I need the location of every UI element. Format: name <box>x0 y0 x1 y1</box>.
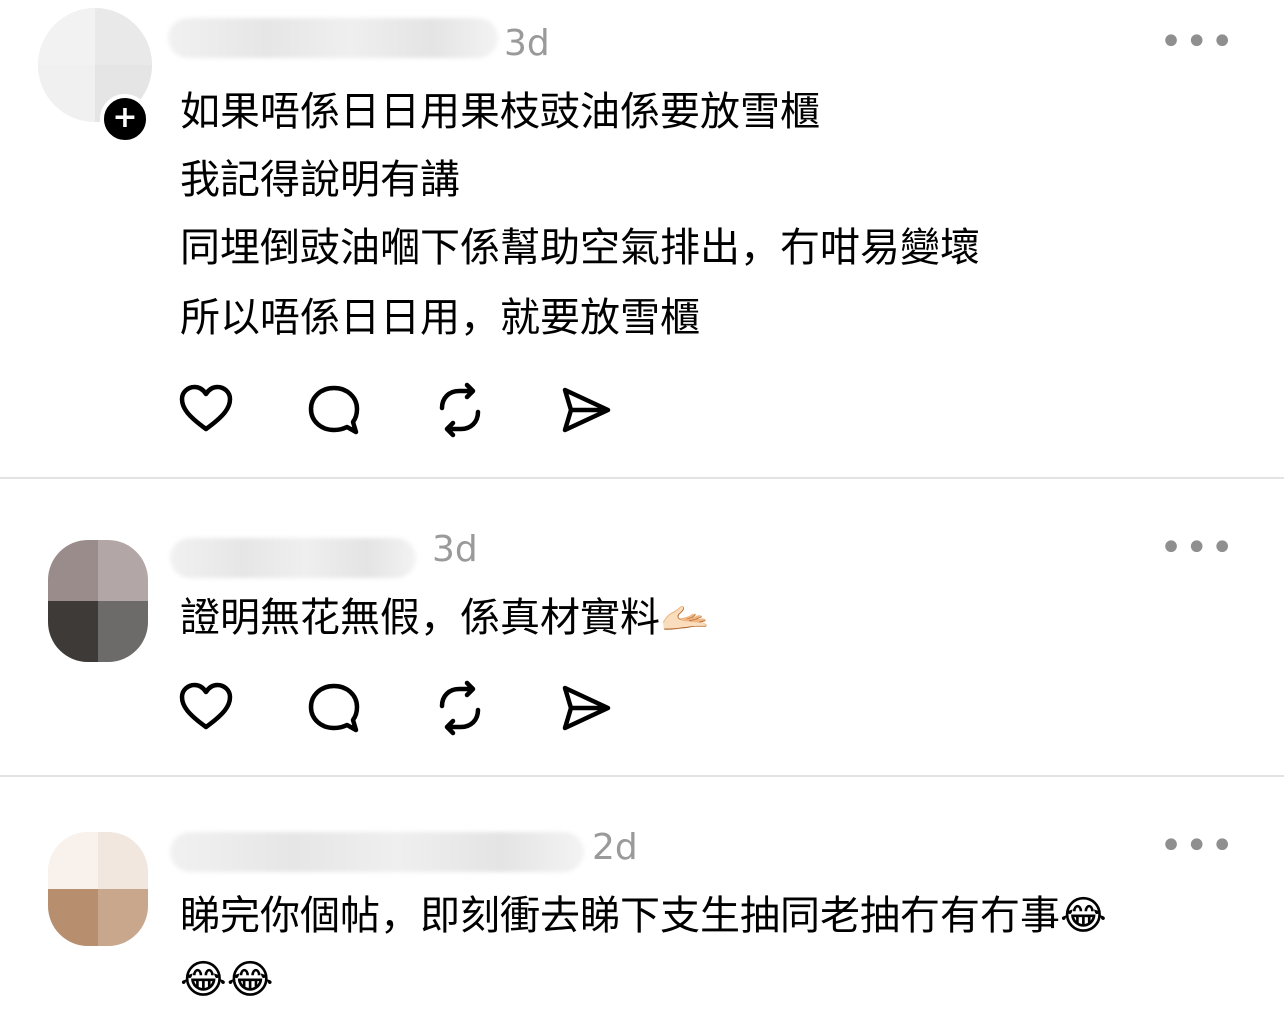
heart-icon[interactable] <box>178 382 234 438</box>
post-text-line: 睇完你個帖，即刻衝去睇下支生抽同老抽冇有冇事😂 <box>180 893 1107 939</box>
more-options-icon[interactable]: ••• <box>1159 22 1236 62</box>
more-options-icon[interactable]: ••• <box>1159 528 1236 568</box>
username-redacted[interactable] <box>170 538 416 578</box>
post-divider <box>0 775 1284 777</box>
post-text-line: 所以唔係日日用，就要放雪櫃 <box>180 295 700 341</box>
share-icon[interactable] <box>558 680 614 736</box>
more-options-icon[interactable]: ••• <box>1159 826 1236 866</box>
post-time: 2d <box>592 827 638 868</box>
post-time: 3d <box>432 529 478 570</box>
username-redacted[interactable] <box>170 832 584 872</box>
comment-icon[interactable] <box>306 680 362 736</box>
post-text-line: 我記得說明有講 <box>180 157 460 203</box>
comment-icon[interactable] <box>306 382 362 438</box>
action-bar <box>178 382 638 438</box>
post-text-line: 證明無花無假，係真材實料🫴🏻 <box>180 595 710 641</box>
post-text-line: 如果唔係日日用果枝豉油係要放雪櫃 <box>180 89 820 135</box>
heart-icon[interactable] <box>178 680 234 736</box>
post-divider <box>0 477 1284 479</box>
share-icon[interactable] <box>558 382 614 438</box>
follow-plus-icon[interactable]: + <box>100 94 150 144</box>
avatar[interactable] <box>48 540 148 662</box>
post-text-line: 同埋倒豉油嗰下係幫助空氣排出，冇咁易變壞 <box>180 225 980 271</box>
action-bar <box>178 680 638 736</box>
avatar[interactable] <box>48 832 148 946</box>
post-text-line: 😂😂 <box>180 957 274 1003</box>
repost-icon[interactable] <box>432 382 488 438</box>
username-redacted[interactable] <box>168 18 498 58</box>
post-time: 3d <box>504 23 550 64</box>
repost-icon[interactable] <box>432 680 488 736</box>
